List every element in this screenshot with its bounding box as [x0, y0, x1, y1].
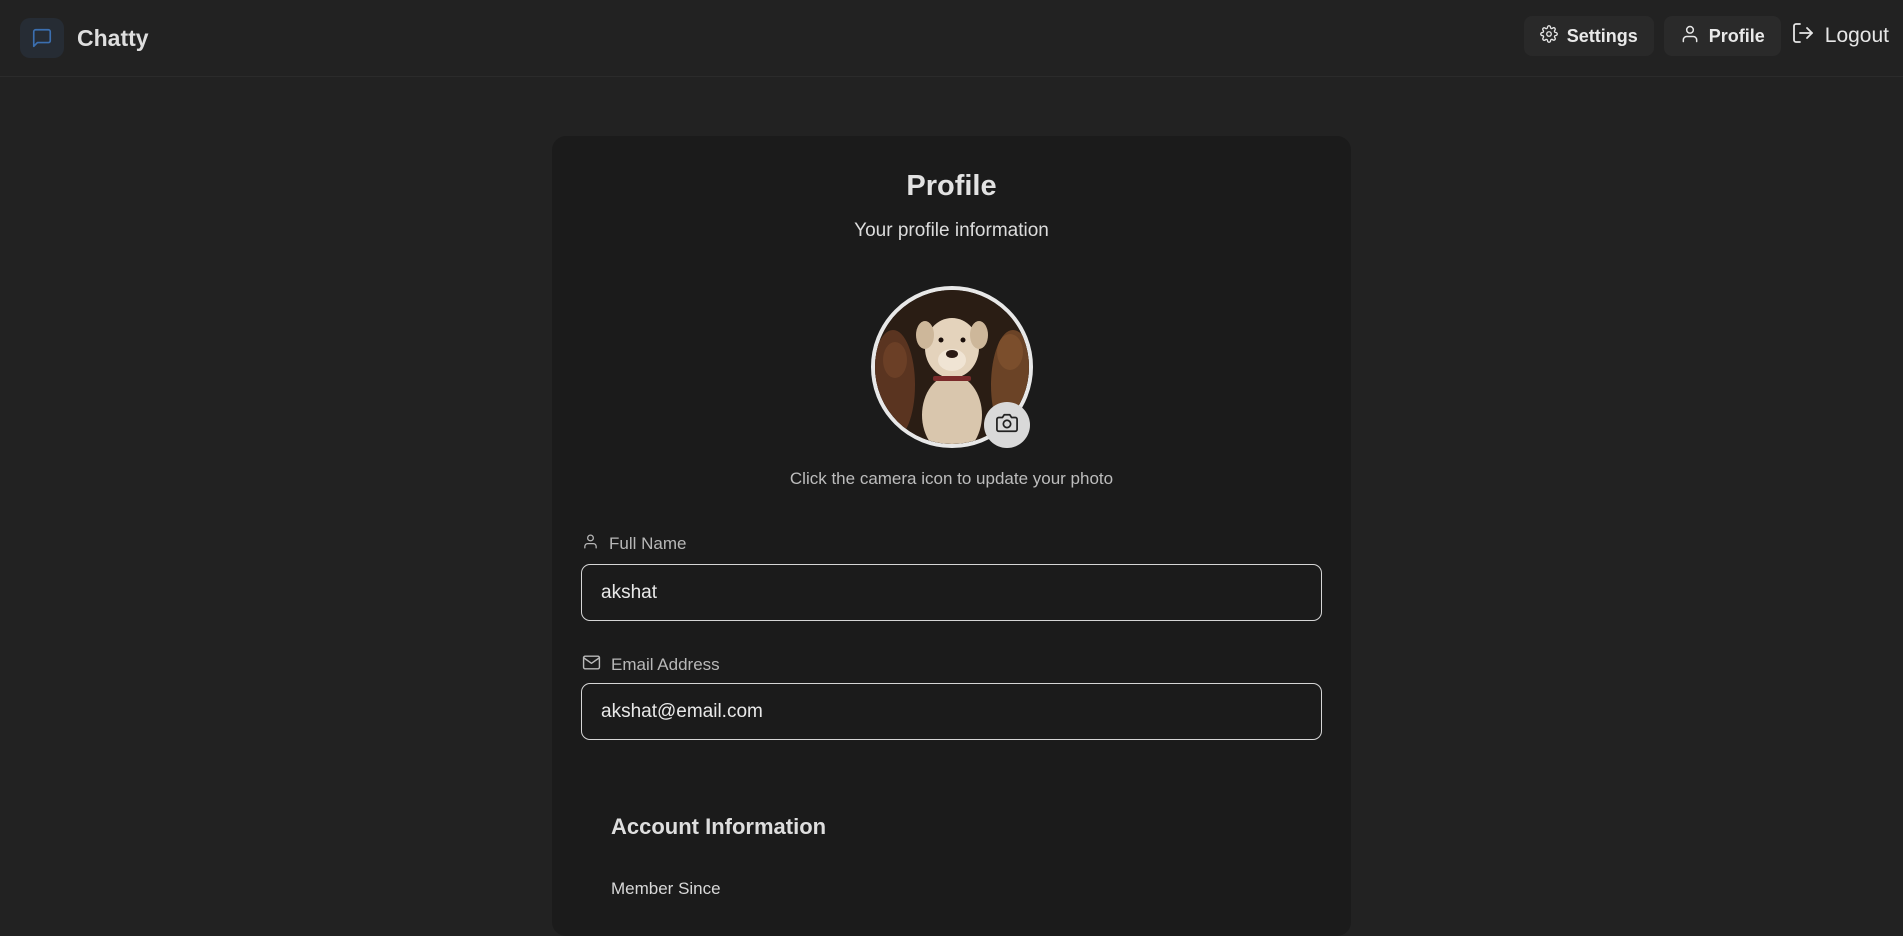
user-icon — [582, 533, 599, 555]
email-label: Email Address — [582, 653, 720, 677]
logout-label: Logout — [1824, 24, 1889, 47]
full-name-label: Full Name — [582, 533, 686, 555]
logout-icon — [1791, 21, 1815, 51]
logout-button[interactable]: Logout — [1791, 16, 1889, 56]
profile-card: Profile Your profile information Click t… — [552, 136, 1351, 936]
avatar-container — [871, 286, 1033, 448]
mail-icon — [582, 653, 601, 677]
account-info-title: Account Information — [611, 814, 827, 839]
email-label-text: Email Address — [611, 655, 720, 674]
page-title: Profile — [906, 170, 997, 202]
photo-hint: Click the camera icon to update your pho… — [789, 469, 1114, 488]
page-subtitle: Your profile information — [854, 220, 1049, 241]
settings-button[interactable]: Settings — [1523, 16, 1654, 56]
brand[interactable]: Chatty — [20, 18, 149, 58]
gear-icon — [1539, 24, 1558, 48]
member-since-label: Member Since — [611, 879, 721, 898]
chat-bubble-icon — [20, 18, 64, 58]
settings-label: Settings — [1566, 25, 1638, 46]
nav-actions: Settings Profile Logout — [1523, 16, 1889, 56]
full-name-field[interactable] — [581, 564, 1322, 621]
camera-icon — [996, 412, 1018, 439]
profile-button[interactable]: Profile — [1663, 16, 1781, 56]
profile-label: Profile — [1708, 25, 1765, 46]
email-field[interactable] — [581, 683, 1322, 740]
camera-upload-button[interactable] — [984, 402, 1030, 448]
brand-name: Chatty — [77, 24, 149, 51]
user-icon — [1680, 24, 1700, 49]
top-navbar: Chatty Settings Profile Logout — [0, 0, 1903, 77]
full-name-label-text: Full Name — [609, 534, 687, 553]
